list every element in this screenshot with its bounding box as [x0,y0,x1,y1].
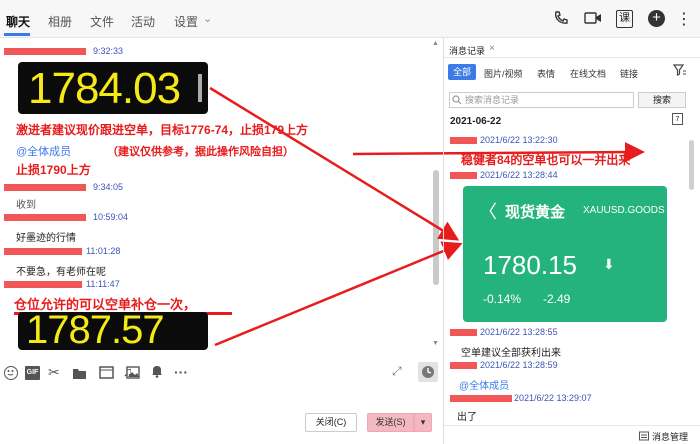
down-arrow-icon: ⬇ [603,256,615,272]
card-change: -2.49 [543,292,571,306]
add-position-text: 仓位允许的可以空单补仓一次， [14,297,197,312]
history-entry-time: 2021/6/22 13:28:44 [480,170,558,180]
history-entry-time: 2021/6/22 13:22:30 [480,135,558,145]
stop-loss-text: 止损1790上方 [16,163,91,177]
send-button[interactable]: 发送(S) [367,413,414,432]
history-entry-text: 空单建议全部获利出来 [461,348,561,359]
sender-name-redacted [450,362,477,369]
tab-album[interactable]: 相册 [48,13,72,30]
active-tab-indicator [4,33,30,36]
message-time: 9:32:33 [93,46,124,56]
history-mention-all[interactable]: @全体成员 [459,377,509,392]
sender-name-redacted [4,214,86,221]
ticker-price-2: 1787.57 [26,312,165,350]
history-close-icon[interactable]: × [489,43,495,54]
card-price: 1780.15 [483,250,577,280]
add-icon[interactable]: + [648,10,665,27]
more-icon[interactable]: ⋮ [676,9,692,29]
sender-name-redacted [4,281,82,288]
ticker-price: 1784.03 [28,64,181,113]
more-tools-icon[interactable]: ··· [174,364,188,380]
message-time: 11:11:47 [86,279,120,289]
search-icon [452,95,462,108]
card-change-pct: -0.14% [483,292,522,306]
card-title: 现货黄金 [505,204,566,221]
image-icon[interactable] [125,366,140,382]
scroll-down-arrow[interactable]: ▼ [432,340,440,348]
arrow-1 [209,86,460,241]
sender-name-redacted [4,184,86,191]
sender-name-redacted [4,248,82,255]
folder-icon[interactable] [72,367,87,383]
disclaimer-text: （建议仅供参考，据此操作风险自担） [107,146,294,158]
tab-settings[interactable]: 设置 [174,13,198,30]
scissors-icon[interactable]: ✂ [48,364,60,381]
message-text: 好墨迹的行情 [16,233,76,244]
sender-name-redacted [450,395,512,402]
history-tab-all[interactable]: 全部 [448,64,476,80]
message-manager-link[interactable]: 消息管理 [652,430,688,443]
history-entry-time: 2021/6/22 13:29:07 [514,393,592,403]
tab-files[interactable]: 文件 [90,13,114,30]
history-tab-links[interactable]: 链接 [620,67,638,80]
history-entry-text: 出了 [457,412,477,423]
history-entry-time: 2021/6/22 13:28:55 [480,327,558,337]
phone-icon[interactable] [552,10,570,28]
ticker-scale [198,74,202,102]
history-title: 消息记录 [449,46,486,56]
emoji-icon[interactable] [4,366,18,380]
sender-name-redacted [450,329,477,336]
video-icon[interactable] [584,10,602,28]
message-time: 11:01:28 [86,246,121,256]
history-entry-text: 稳健者84的空单也可以一并出来 [461,153,631,167]
sender-name-redacted [450,137,477,144]
panel-divider [443,38,444,444]
folder-outline-icon[interactable] [99,365,114,382]
sender-name-redacted [450,172,477,179]
settings-chevron-icon: ⌄ [203,13,213,25]
close-button[interactable]: 关闭(C) [305,413,357,432]
message-manager-icon[interactable] [639,431,649,444]
mention-all[interactable]: @全体成员 [16,143,71,159]
card-symbol: XAUUSD.GOODS [583,205,665,216]
class-icon[interactable]: 课 [616,10,633,28]
calendar-icon[interactable]: 7 [672,113,683,125]
chat-scrollbar-thumb[interactable] [433,170,439,285]
history-search-input[interactable]: 搜索消息记录 [449,92,634,108]
filter-icon[interactable] [672,64,687,79]
history-date: 2021-06-22 [450,116,502,127]
scroll-up-arrow[interactable]: ▲ [432,40,440,48]
card-back-icon[interactable]: 〈 [479,198,497,224]
history-search-button[interactable]: 搜索 [638,92,686,108]
history-tab-emoji[interactable]: 表情 [537,67,555,80]
message-text: 不要急，有老师在呢 [16,267,106,278]
history-tab-media[interactable]: 图片/视频 [484,67,523,80]
ticker-image: 1784.03 [18,62,208,114]
gif-icon[interactable]: GIF [25,366,40,380]
history-tab-docs[interactable]: 在线文档 [570,67,606,80]
advice-text: 激进者建议现价跟进空单，目标1776-74，止损179上方 [16,123,309,137]
message-time: 9:34:05 [93,182,124,192]
gold-price-card[interactable]: 〈 现货黄金 XAUUSD.GOODS 1780.15 ⬇ -0.14% -2.… [463,186,667,322]
expand-icon[interactable]: ⤢ [392,364,402,379]
sender-name-redacted [4,48,86,55]
arrow-2 [214,241,463,347]
message-time: 10:59:04 [93,212,129,222]
message-text: 收到 [16,200,36,211]
tab-activity[interactable]: 活动 [131,13,155,30]
tab-chat[interactable]: 聊天 [6,13,30,30]
send-options-chevron-icon[interactable]: ▾ [414,413,432,432]
ticker-image-2: 1787.57 [18,312,208,350]
bell-icon[interactable] [151,364,163,381]
history-scrollbar-thumb[interactable] [689,140,694,190]
history-entry-time: 2021/6/22 13:28:59 [480,360,558,370]
history-clock-icon[interactable] [418,362,438,382]
